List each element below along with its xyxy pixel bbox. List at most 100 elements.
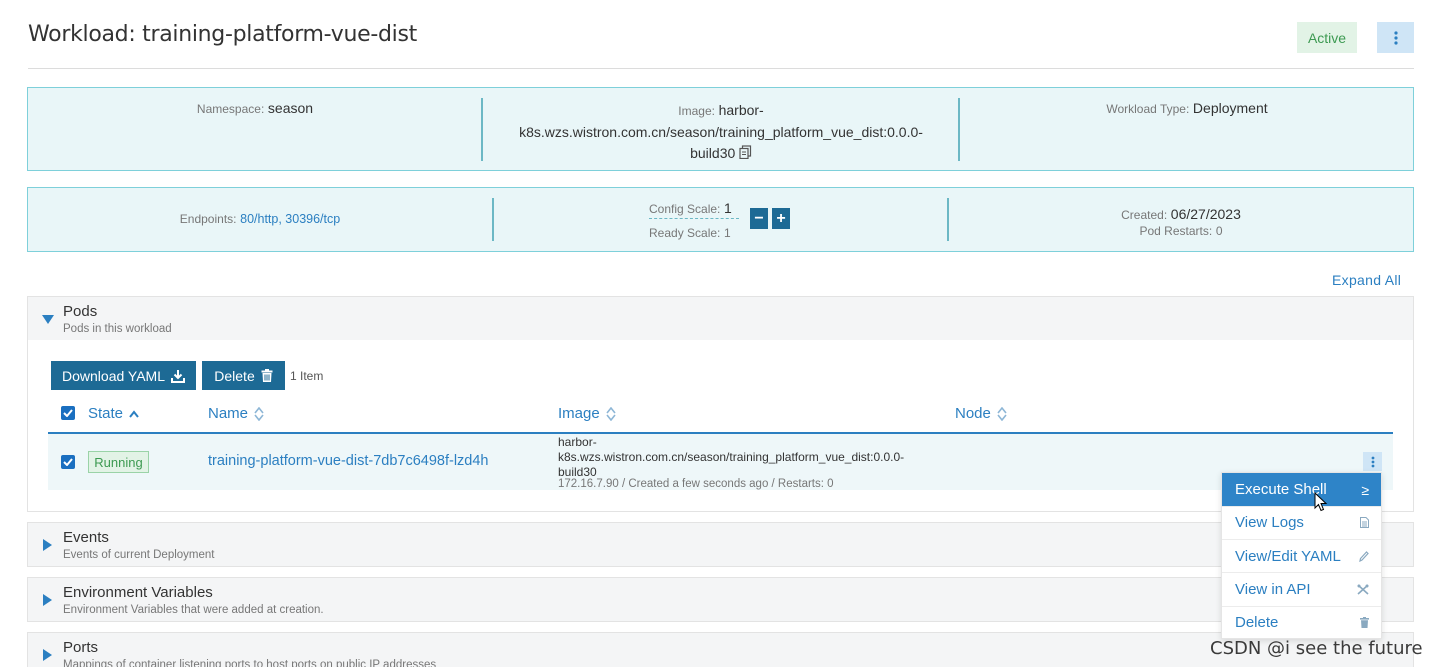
pod-image: harbor- k8s.wzs.wistron.com.cn/season/tr… xyxy=(558,435,938,480)
events-section-header[interactable]: Events Events of current Deployment xyxy=(27,522,1414,567)
page-title: Workload: training-platform-vue-dist xyxy=(28,22,417,47)
env-section-header[interactable]: Environment Variables Environment Variab… xyxy=(27,577,1414,622)
expand-triangle-icon xyxy=(43,539,52,551)
header-divider xyxy=(28,68,1414,69)
item-count: 1 Item xyxy=(290,369,324,383)
kebab-icon xyxy=(1371,456,1374,467)
column-header-image[interactable]: Image xyxy=(558,405,616,422)
view-logs-label: View Logs xyxy=(1235,514,1304,531)
events-title: Events xyxy=(63,529,109,546)
row-checkbox[interactable] xyxy=(61,455,75,469)
scale-down-button[interactable]: − xyxy=(750,208,768,229)
file-icon xyxy=(1360,517,1369,528)
watermark: CSDN @i see the future xyxy=(1210,638,1423,659)
copy-icon[interactable] xyxy=(739,144,752,165)
namespace-label: Namespace: xyxy=(196,102,265,116)
menu-view-in-api[interactable]: View in API xyxy=(1222,573,1381,606)
collapse-triangle-icon xyxy=(42,315,54,324)
delete-button[interactable]: Delete xyxy=(202,361,285,390)
menu-execute-shell[interactable]: Execute Shell ≥ xyxy=(1222,473,1381,506)
sort-icon xyxy=(606,406,616,421)
menu-delete[interactable]: Delete xyxy=(1222,606,1381,639)
expand-all-link[interactable]: Expand All xyxy=(1332,272,1401,288)
scale-controls: − + xyxy=(750,208,790,229)
select-all-checkbox[interactable] xyxy=(61,406,75,420)
download-yaml-button[interactable]: Download YAML xyxy=(51,361,196,390)
tools-icon xyxy=(1357,584,1369,595)
row-actions-button[interactable] xyxy=(1363,452,1382,471)
workload-type-field: Workload Type: Deployment xyxy=(960,100,1414,116)
column-header-name[interactable]: Name xyxy=(208,405,264,422)
image-header-label: Image xyxy=(558,405,600,422)
check-icon xyxy=(63,409,73,417)
state-header-label: State xyxy=(88,405,124,422)
view-in-api-label: View in API xyxy=(1235,581,1311,598)
pod-restarts-value: 0 xyxy=(1215,224,1223,238)
endpoints-label: Endpoints: xyxy=(179,212,237,226)
divider xyxy=(492,198,494,241)
namespace-field: Namespace: season xyxy=(28,100,482,116)
env-subtitle: Environment Variables that were added at… xyxy=(63,604,324,616)
divider xyxy=(481,98,483,161)
name-header-label: Name xyxy=(208,405,249,422)
config-scale-label: Config Scale: xyxy=(649,202,721,216)
node-header-label: Node xyxy=(955,405,991,422)
sort-icon xyxy=(254,406,264,421)
menu-view-logs[interactable]: View Logs xyxy=(1222,506,1381,539)
pencil-icon xyxy=(1359,551,1369,562)
pod-name-link[interactable]: training-platform-vue-dist-7db7c6498f-lz… xyxy=(208,453,488,469)
kebab-icon xyxy=(1393,30,1398,45)
ports-subtitle: Mappings of container listening ports to… xyxy=(63,659,437,667)
check-icon xyxy=(63,458,73,466)
column-header-node[interactable]: Node xyxy=(955,405,1007,422)
image-field: Image: harbor- k8s.wzs.wistron.com.cn/se… xyxy=(484,100,958,165)
ready-scale-value: 1 xyxy=(724,226,731,240)
trash-icon xyxy=(1360,617,1369,628)
status-badge: Active xyxy=(1297,22,1357,53)
pod-image-line2: k8s.wzs.wistron.com.cn/season/training_p… xyxy=(558,450,905,464)
execute-shell-label: Execute Shell xyxy=(1235,481,1327,498)
mouse-cursor-icon xyxy=(1314,492,1328,512)
workload-type-value: Deployment xyxy=(1192,100,1268,116)
image-value-line1: harbor- xyxy=(718,102,764,118)
expand-triangle-icon xyxy=(43,649,52,661)
expand-triangle-icon xyxy=(43,594,52,606)
image-value-line3: build30 xyxy=(690,145,736,161)
plus-icon: + xyxy=(776,209,786,227)
minus-icon: − xyxy=(754,209,764,227)
config-scale-field: Config Scale: 1 Ready Scale: 1 xyxy=(649,200,739,240)
workload-actions-button[interactable] xyxy=(1377,22,1414,53)
ports-section-header[interactable]: Ports Mappings of container listening po… xyxy=(27,632,1414,667)
pods-subtitle: Pods in this workload xyxy=(63,323,172,335)
endpoints-field: Endpoints: 80/http, 30396/tcp xyxy=(28,211,492,226)
created-value: 06/27/2023 xyxy=(1170,206,1241,222)
image-value-line2: k8s.wzs.wistron.com.cn/season/training_p… xyxy=(519,124,923,140)
download-icon xyxy=(170,369,185,383)
row-actions-menu: Execute Shell ≥ View Logs View/Edit YAML… xyxy=(1221,472,1382,639)
workload-type-label: Workload Type: xyxy=(1106,102,1190,116)
menu-delete-label: Delete xyxy=(1235,614,1279,631)
created-label: Created: xyxy=(1121,208,1168,222)
events-subtitle: Events of current Deployment xyxy=(63,549,215,561)
pods-section-header[interactable]: Pods Pods in this workload xyxy=(27,296,1414,341)
scale-up-button[interactable]: + xyxy=(772,208,790,229)
scale-info-box: Endpoints: 80/http, 30396/tcp Config Sca… xyxy=(27,187,1414,252)
created-field: Created: 06/27/2023 Pod Restarts: 0 xyxy=(948,206,1414,239)
endpoints-link[interactable]: 80/http, 30396/tcp xyxy=(240,212,340,226)
pod-state-badge: Running xyxy=(88,451,149,473)
sort-asc-icon xyxy=(129,409,139,418)
sort-icon xyxy=(997,406,1007,421)
pods-title: Pods xyxy=(63,303,98,320)
pod-restarts-label: Pod Restarts: xyxy=(1139,224,1213,238)
terminal-icon: ≥ xyxy=(1361,481,1369,498)
config-scale-value: 1 xyxy=(724,200,732,216)
column-header-state[interactable]: State xyxy=(88,405,139,422)
pod-image-line1: harbor- xyxy=(558,435,597,449)
menu-view-edit-yaml[interactable]: View/Edit YAML xyxy=(1222,540,1381,573)
pod-meta: 172.16.7.90 / Created a few seconds ago … xyxy=(558,478,834,490)
trash-icon xyxy=(261,369,273,382)
env-title: Environment Variables xyxy=(63,584,213,601)
namespace-value: season xyxy=(267,100,314,116)
ready-scale-label: Ready Scale: xyxy=(649,226,721,240)
download-yaml-label: Download YAML xyxy=(62,367,165,384)
